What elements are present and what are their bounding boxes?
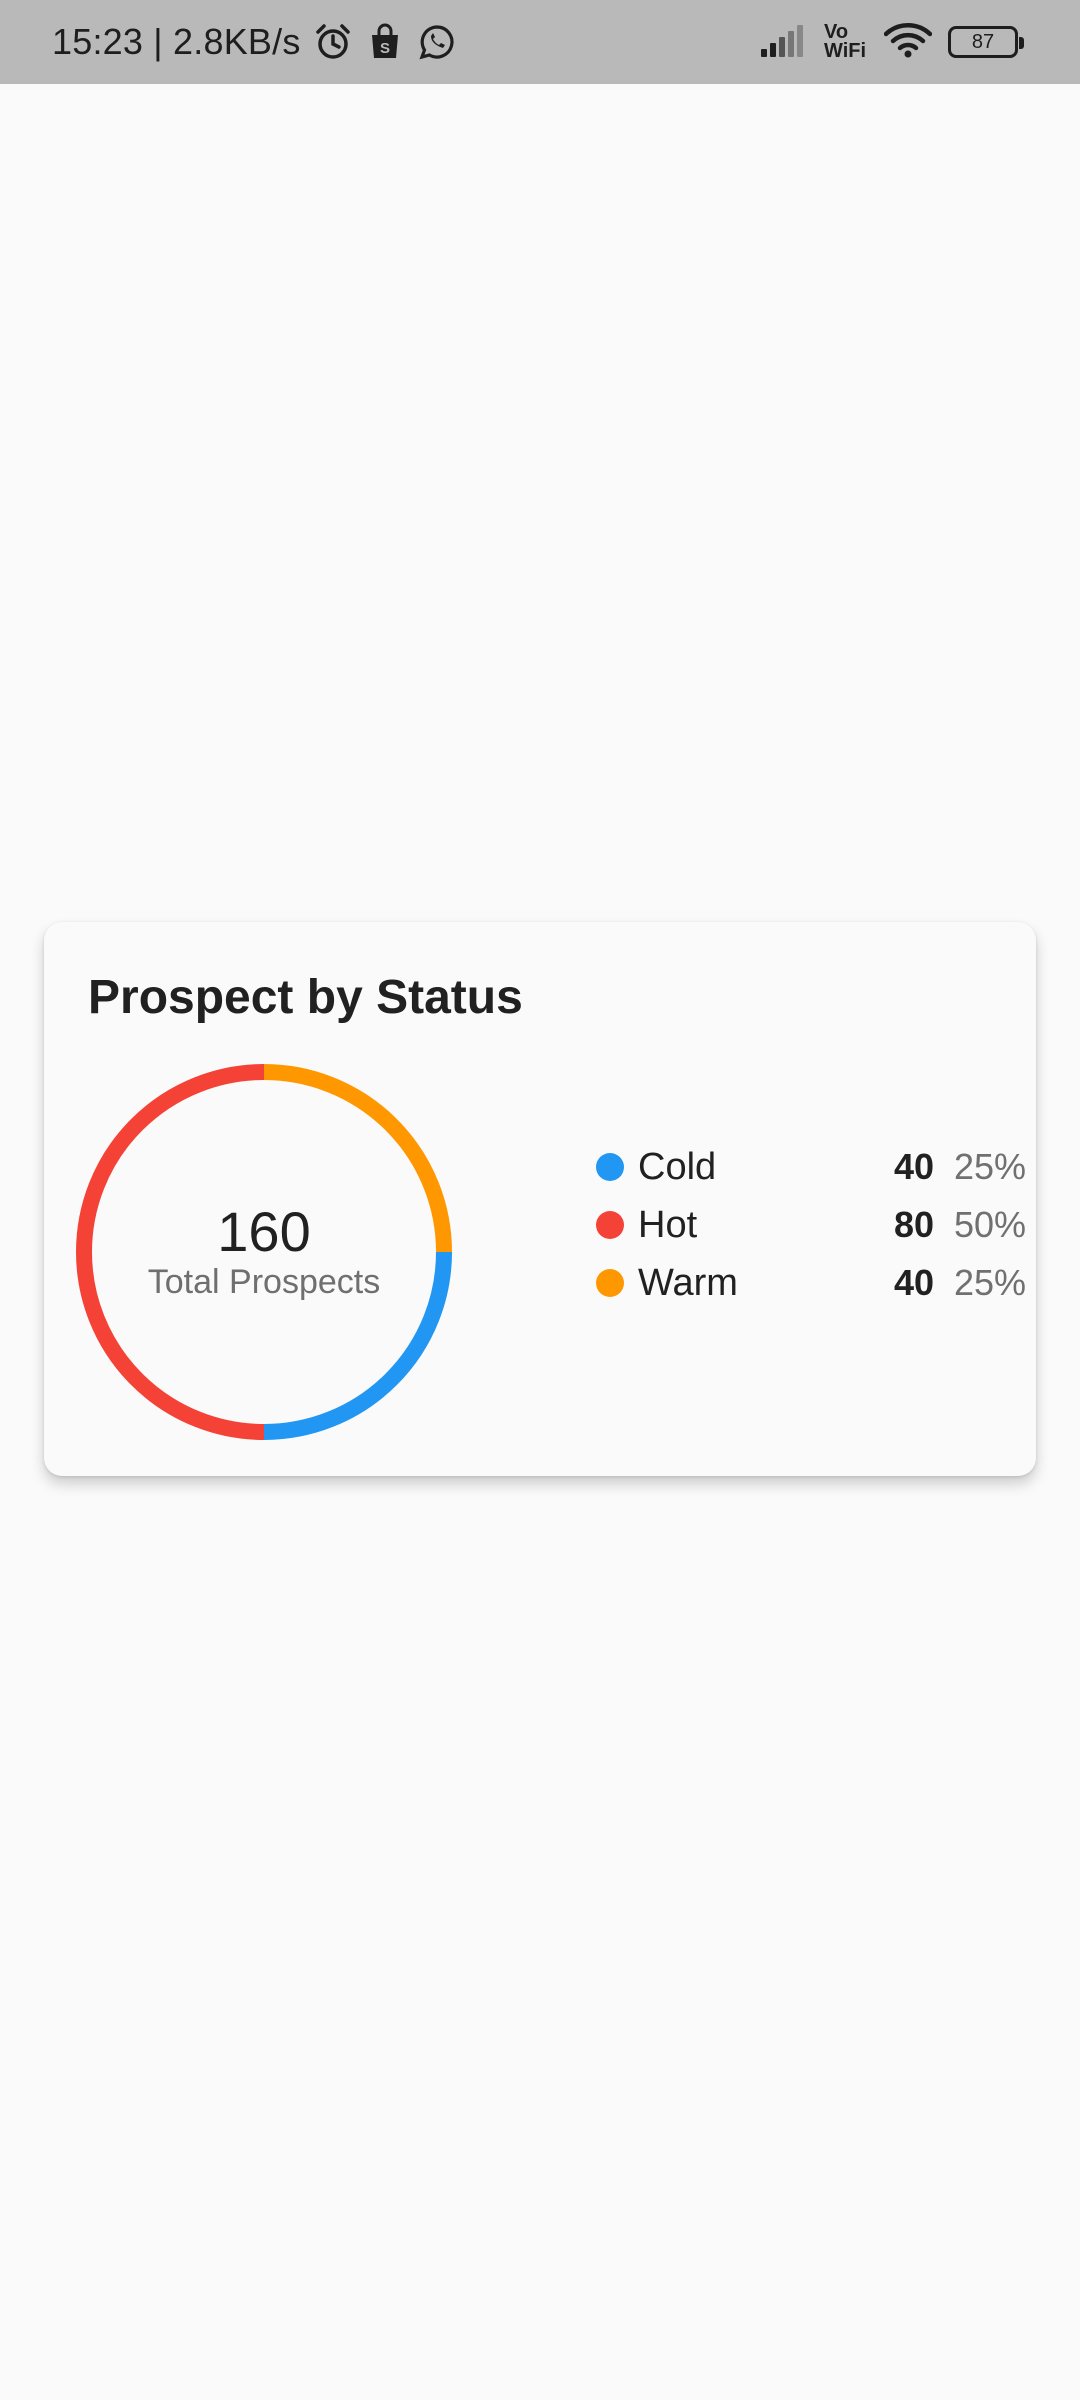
wifi-icon [883,22,933,63]
donut-chart: 160 Total Prospects [74,1062,454,1442]
legend-count: 40 [893,1262,934,1303]
legend-item-warm: Warm 40 25% [574,1254,1027,1312]
card-title: Prospect by Status [88,971,523,1024]
legend-count: 80 [893,1204,934,1245]
status-bar-right: Vo WiFi 87 [760,0,1024,84]
status-bar: 15:23 | 2.8KB/s S Vo WiFi 87 [0,0,1080,84]
legend-dot-hot [596,1211,624,1239]
legend-percent: 25% [954,1262,1027,1303]
battery-icon: 87 [948,26,1024,58]
legend-item-cold: Cold 40 25% [574,1138,1027,1196]
svg-text:S: S [380,40,390,57]
donut-center: 160 Total Prospects [74,1062,454,1442]
alarm-icon [313,22,353,62]
signal-icon [760,23,808,62]
battery-level: 87 [971,30,995,53]
shopping-bag-icon: S [365,22,405,62]
status-time-speed: 15:23 | 2.8KB/s [52,21,301,62]
whatsapp-icon [417,22,457,62]
legend-percent: 25% [954,1146,1027,1187]
vowifi-bottom: WiFi [824,40,867,62]
status-bar-left: 15:23 | 2.8KB/s S [52,0,457,84]
total-prospects-value: 160 [217,1200,311,1263]
vowifi-icon: Vo WiFi [824,22,868,62]
legend-dot-cold [596,1153,624,1181]
legend-percent: 50% [954,1204,1027,1245]
chart-legend: Cold 40 25% Hot 80 50% Warm 40 25% [574,1138,1027,1312]
legend-count: 40 [893,1146,934,1187]
prospect-status-card: Prospect by Status 160 Total Prospects C… [44,922,1036,1476]
legend-item-hot: Hot 80 50% [574,1196,1027,1254]
legend-dot-warm [596,1269,624,1297]
total-prospects-label: Total Prospects [147,1263,381,1301]
